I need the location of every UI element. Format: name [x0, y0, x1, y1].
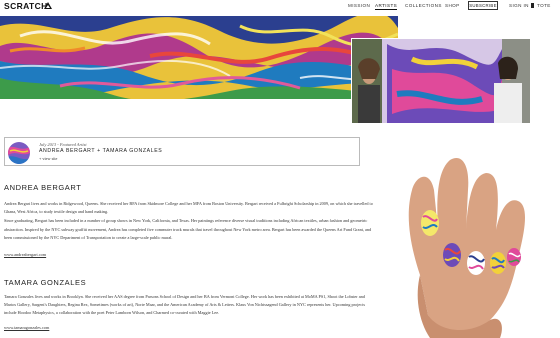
bio-paragraph: Andrea Bergart lives and works in Ridgew…	[4, 201, 373, 215]
featured-artist-names: ANDREA BERGART + TAMARA GONZALES	[39, 148, 163, 154]
featured-artist-thumbnail[interactable]	[8, 142, 30, 164]
nail-thumb	[421, 210, 439, 236]
triangle-logo-icon-inner	[46, 5, 50, 8]
artist-bio: Tamara Gonzales lives and works in Brook…	[4, 293, 374, 319]
shopping-bag-icon[interactable]	[531, 3, 534, 8]
top-navigation: SCRATCH MISSION ARTISTS COLLECTIONS SHOP…	[0, 0, 560, 13]
artist-name-heading: ANDREA BERGART	[4, 183, 82, 192]
featured-artist-card: July 2013 - Featured Artist ANDREA BERGA…	[4, 137, 360, 166]
featured-date: July 2013 - Featured Artist	[39, 142, 87, 147]
nav-shop[interactable]: SHOP	[445, 3, 460, 8]
artist-website-link[interactable]: www.andreabergart.com	[4, 252, 46, 257]
artist-website-link[interactable]: www.tamaragonzales.com	[4, 325, 49, 330]
nav-mission[interactable]: MISSION	[348, 3, 370, 8]
nav-sign-in[interactable]: SIGN IN	[509, 3, 529, 8]
artist-name-heading: TAMARA GONZALES	[4, 278, 87, 287]
bio-paragraph: Since graduating, Bergart has been inclu…	[4, 218, 372, 240]
subscribe-button[interactable]: SUBSCRIBE	[468, 1, 498, 10]
nav-tote[interactable]: TOTE	[537, 3, 551, 8]
nav-collections[interactable]: COLLECTIONS	[405, 3, 442, 8]
site-logo[interactable]: SCRATCH	[4, 1, 48, 11]
marbled-art-banner	[0, 16, 398, 99]
artists-photo	[351, 38, 532, 125]
nav-artists[interactable]: ARTISTS	[375, 3, 398, 10]
view-site-link[interactable]: + view site	[39, 156, 57, 161]
nail-art-hand-image	[390, 135, 560, 338]
artist-bio: Andrea Bergart lives and works in Ridgew…	[4, 200, 374, 243]
bio-paragraph: Tamara Gonzales lives and works in Brook…	[4, 294, 366, 316]
